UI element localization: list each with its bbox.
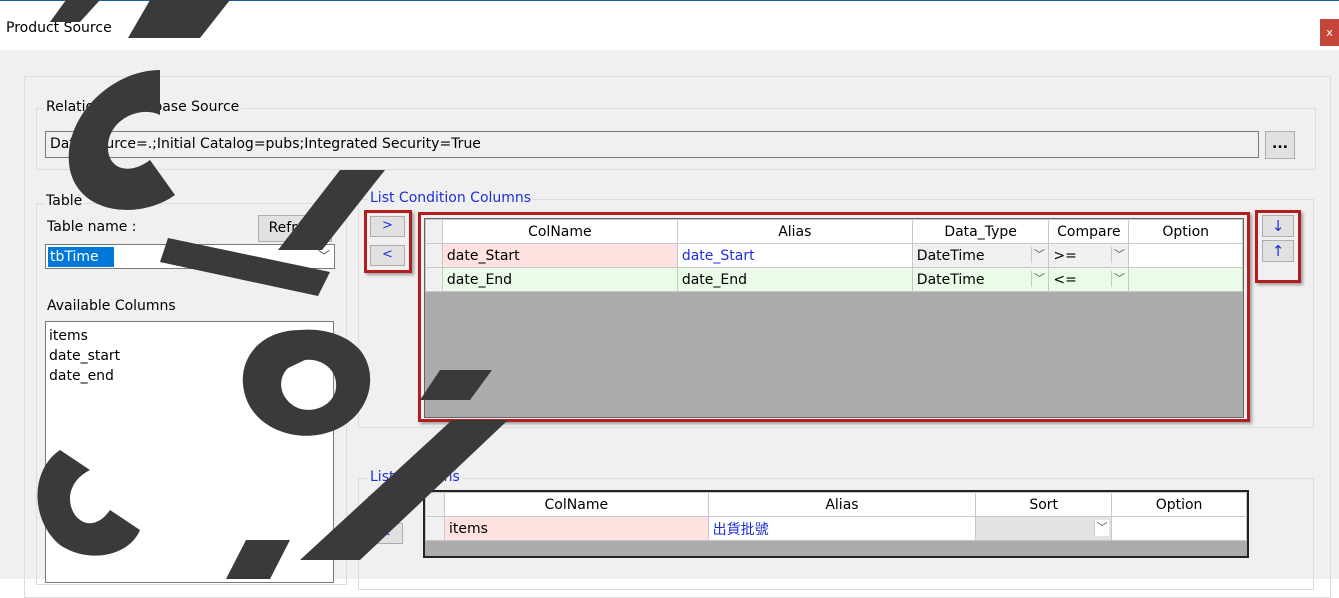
list-columns-label: List Columns [368, 469, 462, 485]
cell-datatype: DateTime [916, 271, 985, 288]
condition-columns-label: List Condition Columns [368, 190, 534, 206]
cell-alias[interactable]: date_End [676, 267, 913, 292]
close-button[interactable]: x [1320, 19, 1339, 46]
relational-source-label: Relational Database Source [44, 99, 242, 115]
move-up-button[interactable]: ↑ [1262, 240, 1294, 262]
table-row[interactable]: date_End date_End DateTime ﹀ <= ﹀ [425, 267, 1243, 292]
window-title: Product Source [6, 20, 112, 36]
chevron-down-icon: ﹀ [1094, 520, 1110, 536]
row-header[interactable] [425, 243, 443, 268]
cell-alias[interactable]: date_Start [676, 243, 913, 268]
cell-colname[interactable]: date_Start [441, 243, 678, 268]
cell-compare-combo[interactable]: <= ﹀ [1048, 267, 1130, 292]
title-bar [0, 0, 1339, 51]
table-row[interactable]: date_Start date_Start DateTime ﹀ >= ﹀ [425, 243, 1243, 268]
cell-compare: >= [1053, 247, 1077, 264]
cell-colname[interactable]: items [443, 516, 709, 541]
available-columns-label: Available Columns [47, 298, 176, 314]
column-header-colname[interactable]: ColName [443, 492, 709, 517]
cell-colname[interactable]: date_End [441, 267, 678, 292]
list-item[interactable]: date_start [46, 346, 333, 366]
condition-grid[interactable]: ColName Alias Data_Type Compare Option d… [424, 218, 1244, 418]
browse-connection-button[interactable]: ... [1265, 131, 1295, 159]
available-columns-list[interactable]: items date_start date_end [45, 321, 334, 583]
row-header[interactable] [425, 267, 443, 292]
cell-alias[interactable]: 出貨批號 [707, 516, 977, 541]
cell-sort-combo[interactable]: ﹀ [975, 516, 1113, 541]
corner-header [425, 492, 445, 517]
move-down-button[interactable]: ↓ [1262, 215, 1294, 237]
remove-condition-button[interactable]: < [370, 245, 405, 266]
cell-datatype: DateTime [916, 247, 985, 264]
remove-list-column-button[interactable]: < [368, 523, 403, 544]
list-item[interactable]: items [46, 326, 333, 346]
list-columns-grid[interactable]: ColName Alias Sort Option items 出貨批號 ﹀ [423, 490, 1249, 558]
corner-header [425, 219, 443, 244]
cell-compare-combo[interactable]: >= ﹀ [1048, 243, 1130, 268]
chevron-down-icon: ﹀ [1031, 271, 1046, 287]
refresh-button[interactable]: Refresh [258, 215, 332, 242]
table-name-label: Table name : [47, 219, 137, 235]
column-header-sort[interactable]: Sort [975, 492, 1113, 517]
add-list-column-button[interactable]: > [368, 496, 403, 517]
cell-option[interactable] [1128, 267, 1243, 292]
cell-option[interactable] [1128, 243, 1243, 268]
chevron-down-icon: ﹀ [1111, 271, 1126, 287]
list-item[interactable]: date_end [46, 366, 333, 386]
chevron-down-icon: ﹀ [1031, 247, 1046, 263]
column-header-compare[interactable]: Compare [1048, 219, 1130, 244]
selected-table: tbTime [48, 247, 114, 267]
chevron-down-icon: ﹀ [1111, 247, 1126, 263]
cell-datatype-combo[interactable]: DateTime ﹀ [911, 267, 1050, 292]
column-header-alias[interactable]: Alias [676, 219, 913, 244]
chevron-down-icon: ﹀ [317, 249, 330, 263]
row-header[interactable] [425, 516, 445, 541]
column-header-option[interactable]: Option [1128, 219, 1243, 244]
add-condition-button[interactable]: > [370, 216, 405, 237]
connection-string-field[interactable]: Data Source=.;Initial Catalog=pubs;Integ… [45, 131, 1259, 158]
table-row[interactable]: items 出貨批號 ﹀ [425, 516, 1247, 541]
column-header-colname[interactable]: ColName [441, 219, 678, 244]
column-header-option[interactable]: Option [1111, 492, 1247, 517]
column-header-alias[interactable]: Alias [707, 492, 977, 517]
cell-compare: <= [1053, 271, 1077, 288]
table-name-combo[interactable]: tbTime ﹀ [45, 244, 335, 269]
column-header-datatype[interactable]: Data_Type [911, 219, 1050, 244]
cell-datatype-combo[interactable]: DateTime ﹀ [911, 243, 1050, 268]
cell-option[interactable] [1111, 516, 1247, 541]
table-group-label: Table [44, 193, 85, 209]
